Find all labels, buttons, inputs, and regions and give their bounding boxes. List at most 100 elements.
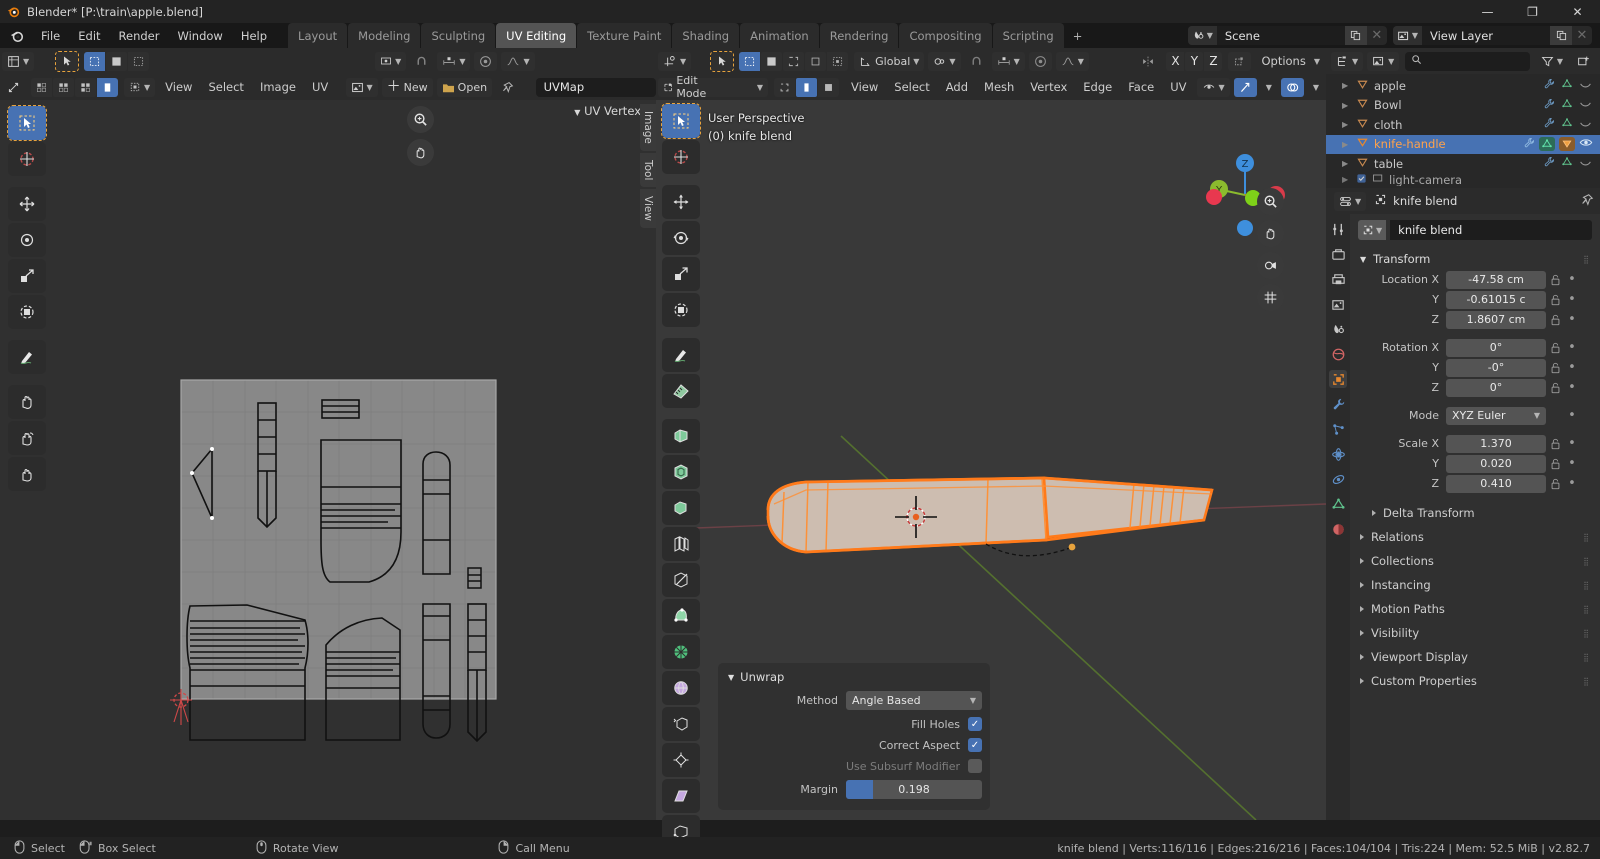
collection-checkbox[interactable] bbox=[1356, 173, 1367, 186]
location-z-field[interactable]: 1.8607 cm bbox=[1446, 310, 1546, 329]
menu-help[interactable]: Help bbox=[232, 26, 276, 46]
tool-cursor[interactable] bbox=[662, 140, 700, 174]
viewport-menu-add[interactable]: Add bbox=[938, 77, 976, 97]
show-gizmo-toggle[interactable] bbox=[1233, 77, 1257, 97]
new-view-layer-button[interactable] bbox=[1550, 26, 1572, 45]
outliner-editor-type-icon[interactable]: ▼ bbox=[1331, 51, 1364, 71]
blender-menu-icon[interactable] bbox=[10, 29, 24, 43]
pivot-point-dropdown[interactable]: ▼ bbox=[928, 51, 961, 71]
select-mode-extra2[interactable] bbox=[827, 51, 849, 71]
tool-shear[interactable] bbox=[662, 779, 700, 813]
uv-pivot-point-button[interactable]: ▼ bbox=[375, 51, 407, 71]
modifier-wrench-icon[interactable] bbox=[1543, 117, 1555, 132]
tool-knife[interactable] bbox=[662, 563, 700, 597]
viewport-options-button[interactable]: Options bbox=[1253, 51, 1313, 71]
tool-tweak[interactable] bbox=[661, 103, 701, 139]
uv-proportional-falloff-button[interactable]: ▼ bbox=[501, 51, 535, 71]
uv-editor-type-icon[interactable]: ▼ bbox=[2, 51, 35, 71]
mirror-axis-y[interactable]: Y bbox=[1185, 51, 1204, 71]
properties-tab-render[interactable] bbox=[1329, 245, 1347, 263]
properties-tab-modifiers[interactable] bbox=[1329, 395, 1347, 413]
viewport-menu-edge[interactable]: Edge bbox=[1075, 77, 1120, 97]
uv-tool-move[interactable] bbox=[8, 187, 46, 221]
scene-name[interactable]: Scene bbox=[1216, 26, 1345, 45]
zoom-icon[interactable] bbox=[407, 106, 434, 133]
panel-instancing[interactable]: Instancing ⣿ bbox=[1358, 573, 1592, 597]
panel-motion-paths[interactable]: Motion Paths ⣿ bbox=[1358, 597, 1592, 621]
view-layer-selector[interactable]: ▼ View Layer ✕ bbox=[1392, 26, 1592, 45]
properties-editor-type-icon[interactable]: ▼ bbox=[1334, 191, 1367, 211]
select-mode-face-2[interactable] bbox=[817, 77, 839, 97]
tool-edge-slide[interactable] bbox=[662, 707, 700, 741]
uv-tool-pinch[interactable] bbox=[8, 457, 46, 491]
properties-tab-scene[interactable] bbox=[1329, 320, 1347, 338]
minimize-button[interactable]: — bbox=[1465, 0, 1510, 23]
location-x-field[interactable]: -47.58 cm bbox=[1446, 270, 1546, 289]
expand-triangle-icon[interactable]: ▶ bbox=[1342, 175, 1351, 184]
workspace-tab-compositing[interactable]: Compositing bbox=[899, 23, 992, 48]
add-workspace-button[interactable]: + bbox=[1065, 23, 1091, 48]
location-y-field[interactable]: -0.61015 c bbox=[1446, 290, 1546, 309]
uv-tool-grab[interactable] bbox=[8, 385, 46, 419]
workspace-tab-shading[interactable]: Shading bbox=[672, 23, 740, 48]
lock-icon[interactable] bbox=[1546, 274, 1564, 286]
mesh-data-icon[interactable] bbox=[1561, 98, 1573, 113]
animate-property-dot[interactable]: • bbox=[1564, 272, 1580, 287]
close-button[interactable]: ✕ bbox=[1555, 0, 1600, 23]
properties-tab-world[interactable] bbox=[1329, 345, 1347, 363]
uv-tool-scale[interactable] bbox=[8, 259, 46, 293]
mirror-axis-x[interactable]: X bbox=[1166, 51, 1185, 71]
select-mode-edge-2[interactable] bbox=[795, 77, 817, 97]
zoom-icon[interactable] bbox=[1257, 188, 1284, 215]
uv-tool-relax[interactable] bbox=[8, 421, 46, 455]
view-layer-icon[interactable]: ▼ bbox=[1392, 26, 1422, 45]
remove-view-layer-button[interactable]: ✕ bbox=[1572, 26, 1592, 45]
uv-select-mode-dropdown[interactable]: ▼ bbox=[124, 77, 156, 97]
mirror-x-icon[interactable] bbox=[1136, 52, 1160, 71]
view-layer-name[interactable]: View Layer bbox=[1422, 26, 1550, 45]
animate-property-dot[interactable]: • bbox=[1564, 380, 1580, 395]
gizmo-dropdown[interactable]: ▼ bbox=[1261, 78, 1277, 97]
viewport-menu-view[interactable]: View bbox=[843, 77, 886, 97]
scale-z-field[interactable]: 0.410 bbox=[1446, 474, 1546, 493]
uv-side-tab-tool[interactable]: Tool bbox=[640, 152, 656, 188]
outliner-item-bowl[interactable]: ▶ Bowl bbox=[1326, 96, 1600, 116]
uv-snap-target-button[interactable]: ▼ bbox=[437, 51, 471, 71]
panel-collections[interactable]: Collections ⣿ bbox=[1358, 549, 1592, 573]
uv-new-image-button[interactable]: ＋ New bbox=[381, 77, 433, 97]
scale-y-field[interactable]: 0.020 bbox=[1446, 454, 1546, 473]
animate-property-dot[interactable]: • bbox=[1564, 476, 1580, 491]
lock-icon[interactable] bbox=[1546, 438, 1564, 450]
interaction-mode-dropdown[interactable]: Edit Mode ▼ bbox=[658, 74, 768, 100]
tool-measure[interactable] bbox=[662, 374, 700, 408]
tool-spin[interactable] bbox=[662, 635, 700, 669]
panel-relations[interactable]: Relations ⣿ bbox=[1358, 525, 1592, 549]
properties-tab-constraints[interactable] bbox=[1329, 470, 1347, 488]
animate-property-dot[interactable]: • bbox=[1564, 456, 1580, 471]
mirror-axis-z[interactable]: Z bbox=[1204, 51, 1223, 71]
uv-select-mode-face[interactable] bbox=[128, 51, 150, 71]
unwrap-use-subsurf-checkbox[interactable] bbox=[968, 759, 982, 773]
viewport-menu-mesh[interactable]: Mesh bbox=[976, 77, 1022, 97]
viewport-menu-uv[interactable]: UV bbox=[1162, 77, 1194, 97]
workspace-tab-texture-paint[interactable]: Texture Paint bbox=[577, 23, 672, 48]
uv-sticky-disabled[interactable] bbox=[31, 77, 52, 97]
uv-select-mode-vertex[interactable] bbox=[84, 51, 106, 71]
uv-tool-rotate[interactable] bbox=[8, 223, 46, 257]
properties-tab-tool[interactable] bbox=[1329, 220, 1347, 238]
new-collection-icon[interactable] bbox=[1572, 52, 1595, 71]
tool-transform[interactable] bbox=[662, 293, 700, 327]
workspace-tab-rendering[interactable]: Rendering bbox=[819, 23, 899, 48]
uv-tool-transform[interactable] bbox=[8, 295, 46, 329]
tool-annotate[interactable] bbox=[662, 338, 700, 372]
panel-viewport-display[interactable]: Viewport Display ⣿ bbox=[1358, 645, 1592, 669]
hand-icon[interactable] bbox=[407, 139, 434, 166]
properties-tab-data[interactable] bbox=[1329, 495, 1347, 513]
modifier-wrench-icon[interactable] bbox=[1523, 137, 1535, 152]
lock-icon[interactable] bbox=[1546, 342, 1564, 354]
lock-icon[interactable] bbox=[1546, 478, 1564, 490]
uv-canvas[interactable] bbox=[0, 100, 656, 820]
modifier-wrench-icon[interactable] bbox=[1543, 98, 1555, 113]
hide-in-viewport-icon[interactable] bbox=[1579, 98, 1592, 112]
show-in-viewport-icon[interactable] bbox=[1579, 137, 1593, 151]
